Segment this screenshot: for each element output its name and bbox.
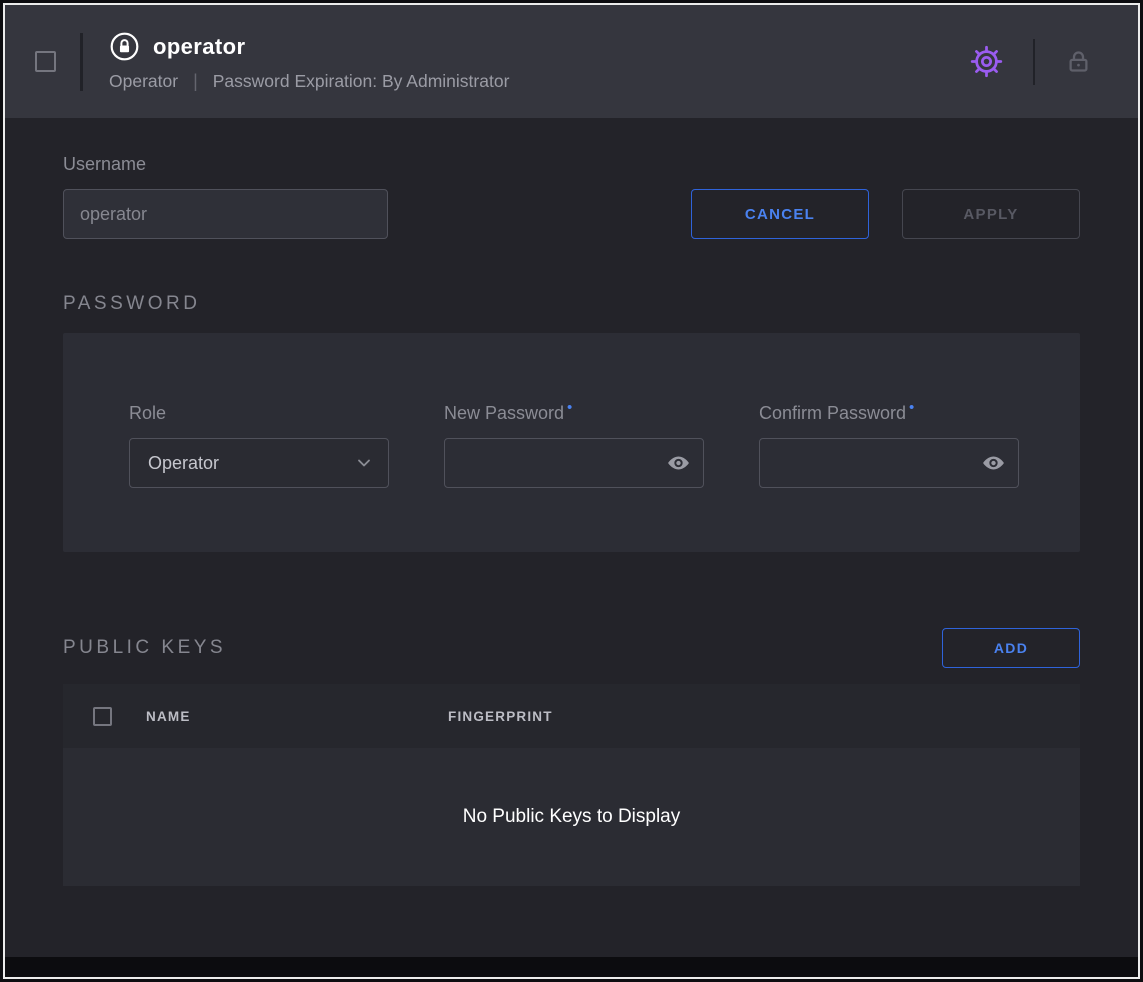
username-input[interactable] (63, 189, 388, 239)
username-field: Username (63, 154, 388, 239)
chevron-down-icon (354, 453, 374, 473)
new-password-label-text: New Password (444, 403, 564, 423)
form-actions: CANCEL APPLY (691, 189, 1080, 239)
bottom-strip (5, 957, 1138, 977)
required-marker: • (909, 399, 914, 416)
cancel-button[interactable]: CANCEL (691, 189, 869, 239)
required-marker: • (567, 399, 572, 416)
role-text: Operator (109, 71, 178, 92)
confirm-password-label-text: Confirm Password (759, 403, 906, 423)
show-confirm-password-icon[interactable] (981, 451, 1006, 476)
public-keys-table: NAME FINGERPRINT No Public Keys to Displ… (63, 684, 1080, 886)
title-block: operator Operator | Password Expiration:… (109, 31, 509, 92)
add-public-key-button[interactable]: ADD (942, 628, 1080, 668)
empty-state-message: No Public Keys to Display (63, 748, 1080, 886)
page-title: operator (153, 34, 245, 60)
password-panel: Role Operator New Password• (63, 333, 1080, 552)
new-password-input[interactable] (444, 438, 704, 488)
show-new-password-icon[interactable] (666, 451, 691, 476)
lock-icon (1065, 48, 1092, 75)
new-password-field: New Password• (444, 403, 704, 488)
main-content: Username CANCEL APPLY PASSWORD Role Oper… (5, 154, 1138, 886)
role-select[interactable]: Operator (129, 438, 389, 488)
public-keys-heading: PUBLIC KEYS (63, 637, 226, 659)
column-header-fingerprint: FINGERPRINT (448, 709, 553, 724)
select-all-checkbox[interactable] (93, 707, 112, 726)
header-right-divider (1033, 39, 1035, 85)
username-label: Username (63, 154, 388, 175)
user-detail-window: operator Operator | Password Expiration:… (3, 3, 1140, 979)
password-fields-row: Role Operator New Password• (129, 403, 1014, 488)
account-lock-icon (109, 31, 140, 62)
select-user-checkbox[interactable] (35, 51, 56, 72)
table-header-row: NAME FINGERPRINT (63, 684, 1080, 748)
apply-button[interactable]: APPLY (902, 189, 1080, 239)
new-password-label: New Password• (444, 403, 704, 424)
lock-button[interactable] (1065, 48, 1092, 75)
role-label: Role (129, 403, 389, 424)
role-select-value: Operator (148, 453, 219, 474)
settings-button[interactable] (970, 45, 1003, 78)
gear-icon (970, 45, 1003, 78)
header-subtitle: Operator | Password Expiration: By Admin… (109, 71, 509, 92)
public-keys-header: PUBLIC KEYS ADD (63, 628, 1080, 668)
password-section-heading: PASSWORD (63, 293, 1080, 315)
confirm-password-label: Confirm Password• (759, 403, 1019, 424)
username-row: Username CANCEL APPLY (63, 154, 1080, 239)
role-field: Role Operator (129, 403, 389, 488)
header: operator Operator | Password Expiration:… (5, 5, 1138, 118)
subtitle-divider: | (193, 71, 198, 92)
header-divider (80, 33, 83, 91)
expiration-text: Password Expiration: By Administrator (213, 71, 510, 92)
column-header-name: NAME (146, 709, 448, 724)
confirm-password-input[interactable] (759, 438, 1019, 488)
confirm-password-field: Confirm Password• (759, 403, 1019, 488)
